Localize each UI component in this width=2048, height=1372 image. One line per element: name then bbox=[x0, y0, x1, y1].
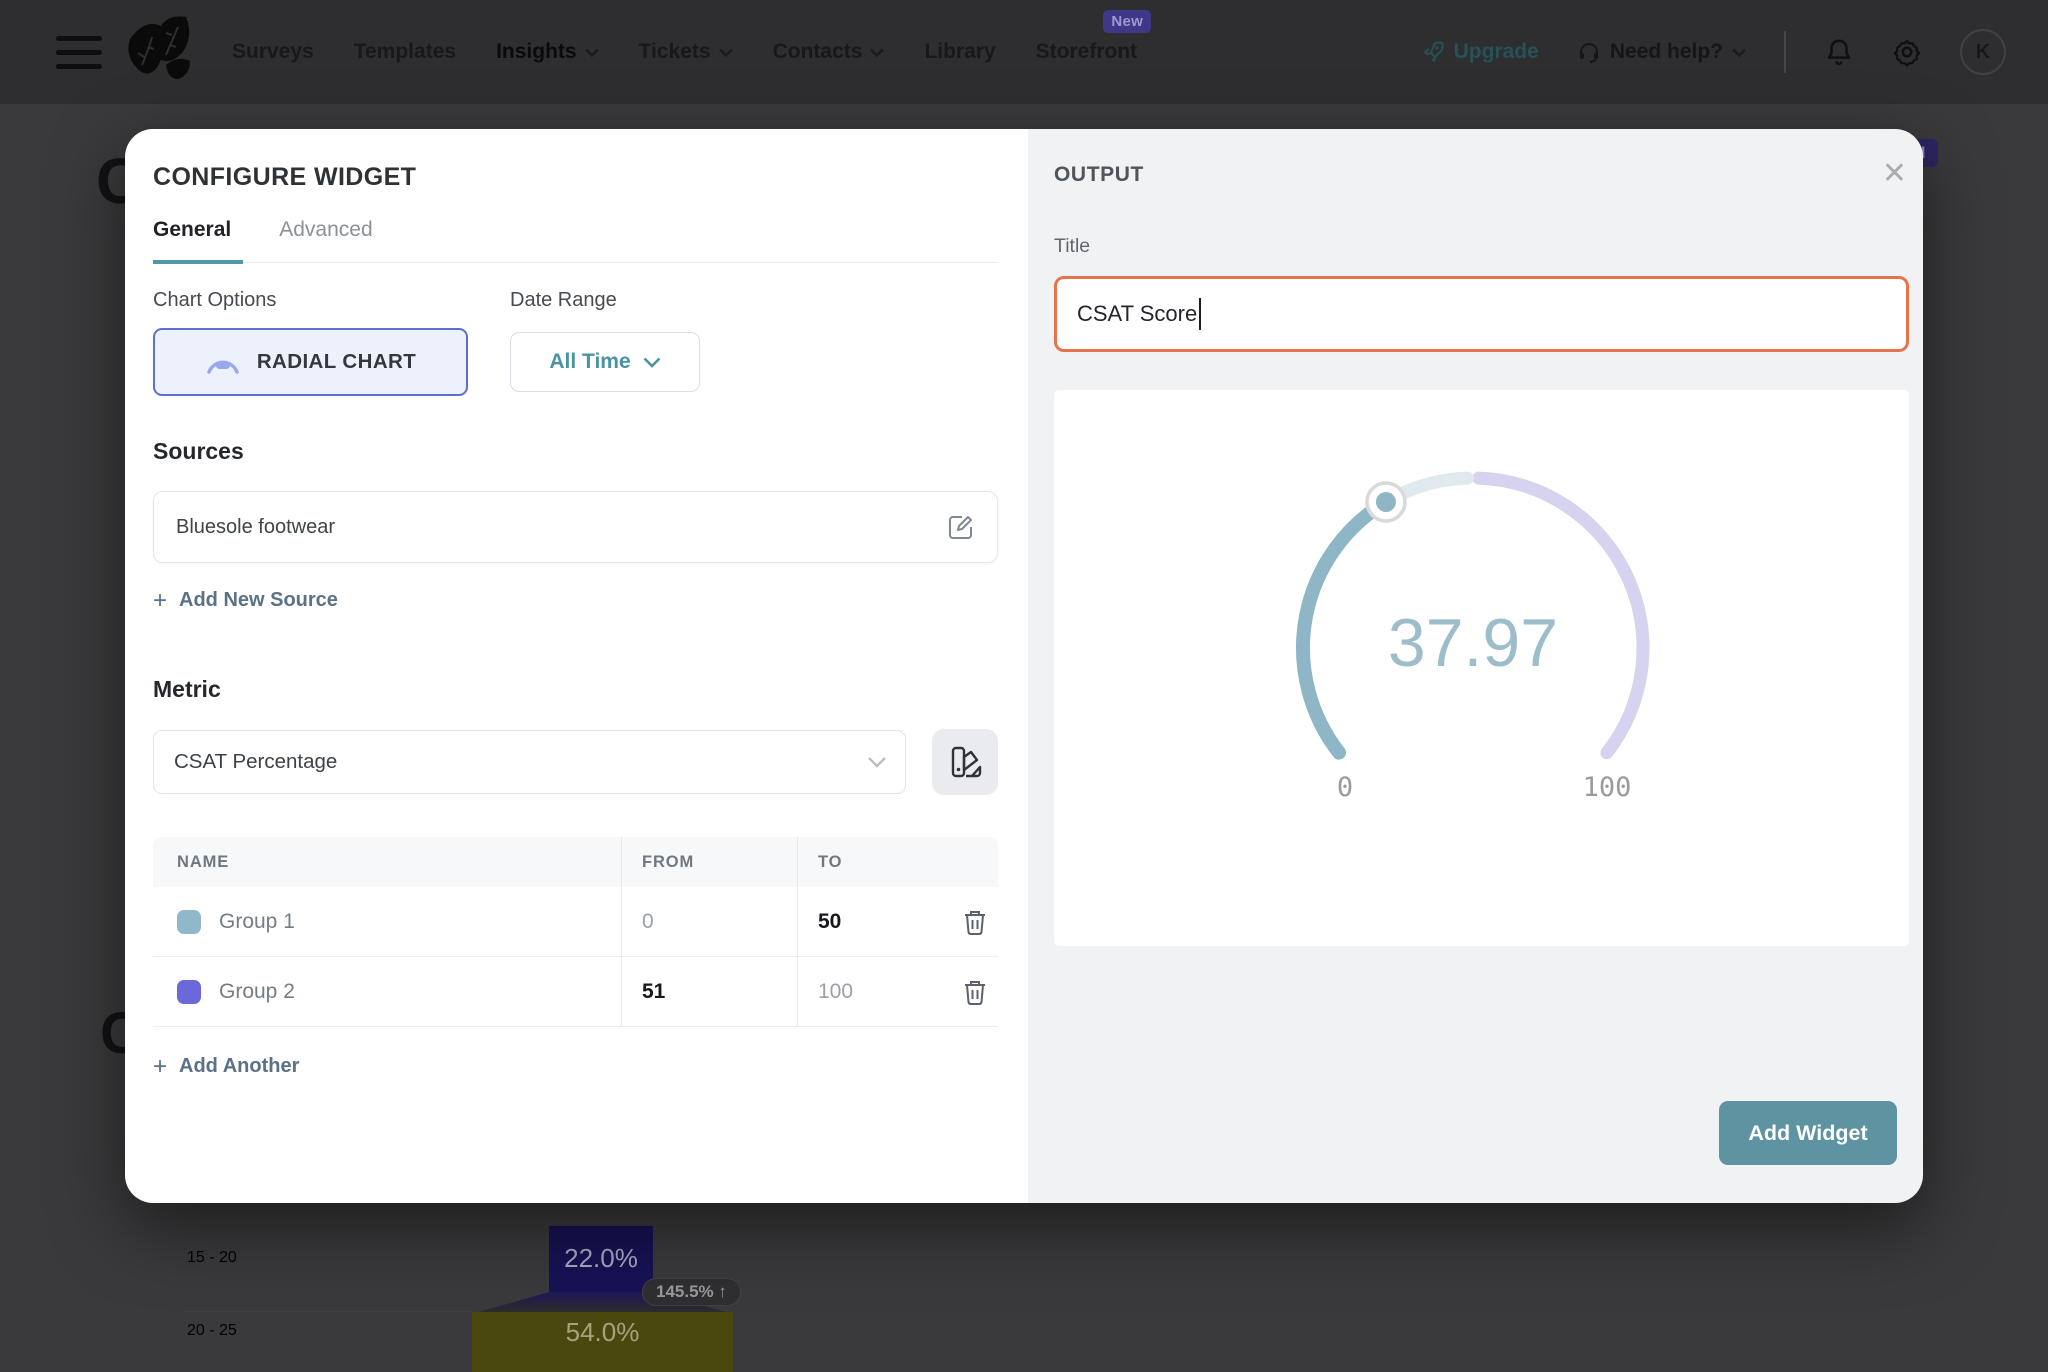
close-icon[interactable]: ✕ bbox=[1882, 159, 1907, 189]
funnel-change-pill: 145.5% ↑ bbox=[642, 1278, 741, 1306]
chevron-down-icon bbox=[867, 756, 887, 768]
date-range-label: Date Range bbox=[510, 289, 617, 312]
radial-gauge-chart: 37.97 0 100 bbox=[1054, 390, 1909, 946]
add-new-source-button[interactable]: + Add New Source bbox=[153, 589, 338, 612]
headset-icon bbox=[1577, 40, 1601, 64]
chevron-down-icon bbox=[585, 48, 599, 57]
tab-bar: General Advanced bbox=[153, 218, 998, 263]
plus-icon: + bbox=[153, 1057, 167, 1077]
source-row: Bluesole footwear bbox=[153, 491, 998, 563]
plus-icon: + bbox=[153, 591, 167, 611]
funnel-bar: 22.0% bbox=[549, 1226, 653, 1292]
gauge-filled-arc bbox=[1303, 502, 1386, 753]
metric-dropdown[interactable]: CSAT Percentage bbox=[153, 730, 906, 794]
color-palette-button[interactable] bbox=[932, 729, 998, 795]
metric-groups-table: NAME FROM TO Group 1 0 50 bbox=[153, 837, 998, 1027]
gauge-value: 37.97 bbox=[1388, 605, 1558, 681]
rocket-icon bbox=[1421, 40, 1445, 64]
nav-item-contacts[interactable]: Contacts bbox=[773, 40, 885, 64]
chevron-down-icon bbox=[643, 357, 661, 368]
column-header-name: NAME bbox=[153, 853, 621, 872]
table-row: Group 1 0 50 bbox=[153, 887, 998, 957]
configure-panel: CONFIGURE WIDGET General Advanced Chart … bbox=[125, 129, 1028, 1203]
output-heading: OUTPUT bbox=[1054, 163, 1909, 187]
settings-gear-icon[interactable] bbox=[1892, 37, 1922, 67]
nav-item-storefront[interactable]: Storefront New bbox=[1036, 40, 1138, 64]
nav-divider bbox=[1784, 31, 1786, 73]
table-row: Group 2 51 100 bbox=[153, 957, 998, 1027]
widget-title-input[interactable]: CSAT Score bbox=[1054, 276, 1909, 352]
need-help-menu[interactable]: Need help? bbox=[1577, 40, 1746, 64]
notifications-bell-icon[interactable] bbox=[1824, 37, 1854, 67]
nav-item-tickets[interactable]: Tickets bbox=[639, 40, 733, 64]
nav-item-surveys[interactable]: Surveys bbox=[232, 40, 314, 64]
date-range-dropdown[interactable]: All Time bbox=[510, 332, 700, 392]
upgrade-button[interactable]: Upgrade bbox=[1421, 40, 1539, 64]
funnel-gridline bbox=[185, 1311, 472, 1312]
modal-title: CONFIGURE WIDGET bbox=[153, 163, 998, 192]
group-color-swatch[interactable] bbox=[177, 910, 201, 934]
gauge-min-label: 0 bbox=[1337, 772, 1353, 803]
group-color-swatch[interactable] bbox=[177, 980, 201, 1004]
nav-item-insights[interactable]: Insights bbox=[496, 40, 599, 64]
add-another-group-button[interactable]: + Add Another bbox=[153, 1055, 299, 1078]
table-header-row: NAME FROM TO bbox=[153, 837, 998, 887]
background-funnel-chart bbox=[0, 1200, 2048, 1338]
chevron-down-icon bbox=[719, 48, 733, 57]
widget-preview-card: 37.97 0 100 bbox=[1054, 390, 1909, 946]
nav-right-cluster: Upgrade Need help? K bbox=[1421, 29, 2006, 75]
gauge-max-label: 100 bbox=[1583, 772, 1632, 803]
column-header-to: TO bbox=[797, 837, 951, 887]
chevron-down-icon bbox=[1732, 48, 1746, 57]
range-from-input[interactable]: 0 bbox=[642, 910, 654, 934]
delete-group-trash-icon[interactable] bbox=[962, 978, 988, 1006]
edit-pencil-icon[interactable] bbox=[947, 513, 975, 541]
tab-general[interactable]: General bbox=[153, 218, 243, 264]
chart-options-label: Chart Options bbox=[153, 289, 510, 312]
chart-type-radial-button[interactable]: RADIAL CHART bbox=[153, 328, 468, 396]
gauge-knob-dot bbox=[1376, 492, 1396, 512]
nav-menu: Surveys Templates Insights Tickets Conta… bbox=[232, 40, 1137, 64]
group-name: Group 2 bbox=[219, 980, 295, 1004]
output-panel: OUTPUT ✕ Title CSAT Score 37.97 0 100 Ad… bbox=[1028, 129, 1923, 1203]
range-to-input[interactable]: 50 bbox=[818, 910, 841, 934]
swatchbook-icon bbox=[948, 745, 982, 779]
radial-gauge-icon bbox=[205, 349, 241, 375]
app-logo-leaf-icon[interactable] bbox=[122, 11, 196, 94]
add-widget-button[interactable]: Add Widget bbox=[1719, 1101, 1897, 1165]
configure-widget-modal: CONFIGURE WIDGET General Advanced Chart … bbox=[125, 129, 1923, 1203]
column-header-from: FROM bbox=[621, 837, 797, 887]
source-name: Bluesole footwear bbox=[176, 516, 335, 539]
text-caret bbox=[1199, 298, 1201, 330]
hamburger-menu-icon[interactable] bbox=[56, 36, 102, 69]
nav-item-library[interactable]: Library bbox=[924, 40, 995, 64]
group-name: Group 1 bbox=[219, 910, 295, 934]
nav-item-templates[interactable]: Templates bbox=[354, 40, 456, 64]
user-avatar[interactable]: K bbox=[1960, 29, 2006, 75]
title-label: Title bbox=[1054, 235, 1909, 258]
delete-group-trash-icon[interactable] bbox=[962, 908, 988, 936]
funnel-category-label: 20 - 25 bbox=[187, 1322, 237, 1340]
range-to-input[interactable]: 100 bbox=[818, 980, 853, 1004]
sources-heading: Sources bbox=[153, 438, 998, 465]
range-from-input[interactable]: 51 bbox=[642, 980, 665, 1004]
new-badge: New bbox=[1103, 10, 1151, 33]
chevron-down-icon bbox=[870, 48, 884, 57]
top-navigation: Surveys Templates Insights Tickets Conta… bbox=[0, 0, 2048, 104]
metric-heading: Metric bbox=[153, 676, 998, 703]
tab-advanced[interactable]: Advanced bbox=[279, 218, 384, 264]
funnel-bar: 54.0% bbox=[472, 1312, 733, 1372]
